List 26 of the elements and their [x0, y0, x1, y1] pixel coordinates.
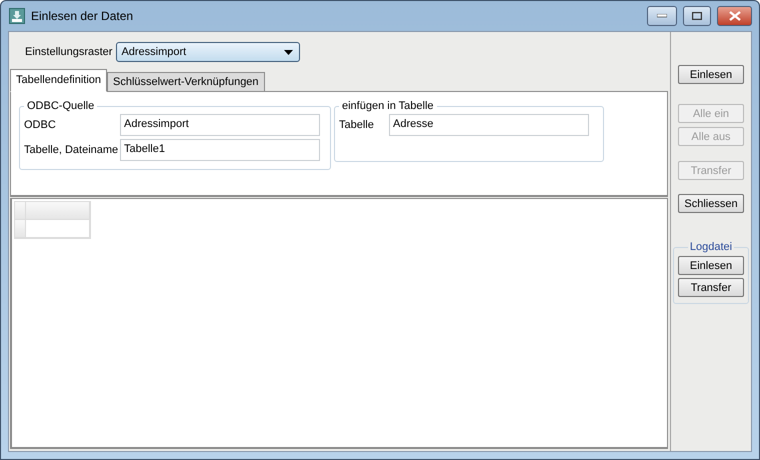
field-label: Tabelle — [339, 119, 375, 131]
close-icon — [728, 11, 740, 21]
group-title: Logdatei — [688, 241, 734, 253]
settings-label: Einstellungsraster — [25, 46, 112, 58]
maximize-icon — [692, 12, 702, 20]
minimize-button[interactable] — [647, 6, 677, 26]
action-button[interactable]: Einlesen — [678, 256, 744, 275]
tab[interactable]: Tabellendefinition — [10, 69, 108, 92]
download-icon — [9, 8, 25, 24]
group-title: ODBC-Quelle — [26, 100, 96, 112]
action-button[interactable]: Schliessen — [678, 194, 744, 213]
action-button[interactable]: Einlesen — [678, 65, 744, 84]
minimize-icon — [657, 14, 667, 18]
caret-icon — [284, 50, 294, 54]
settings-dropdown[interactable]: Adressimport — [116, 42, 300, 62]
tab[interactable]: Schlüsselwert-Verknüpfungen — [107, 72, 265, 92]
field-label: ODBC — [24, 119, 57, 131]
input-field[interactable]: Tabelle1 — [120, 139, 320, 161]
group-title: einfügen in Tabelle — [341, 100, 435, 112]
close-button[interactable] — [717, 6, 752, 26]
field-label: Tabelle, Dateiname — [24, 144, 120, 156]
action-button[interactable]: Transfer — [678, 278, 744, 297]
input-field[interactable]: Adresse — [389, 114, 589, 136]
maximize-button[interactable] — [683, 6, 711, 26]
window-title: Einlesen der Daten — [31, 9, 134, 23]
input-field[interactable]: Adressimport — [120, 114, 320, 136]
